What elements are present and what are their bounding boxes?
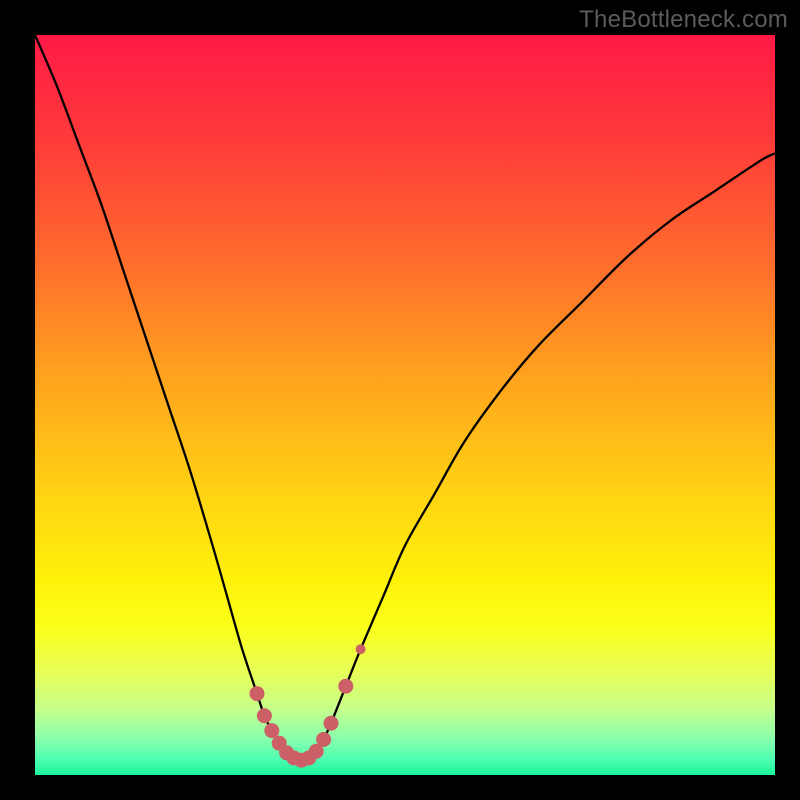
marker-group <box>250 644 366 768</box>
highlight-marker <box>264 723 279 738</box>
highlight-marker <box>324 716 339 731</box>
watermark-text: TheBottleneck.com <box>579 6 788 34</box>
curve-group <box>35 35 775 760</box>
highlight-marker <box>356 644 366 654</box>
highlight-marker <box>338 679 353 694</box>
highlight-marker <box>316 732 331 747</box>
highlight-marker <box>257 708 272 723</box>
highlight-marker <box>250 686 265 701</box>
bottleneck-curve-path <box>35 35 775 760</box>
outer-frame: TheBottleneck.com <box>0 0 800 800</box>
chart-svg <box>35 35 775 775</box>
